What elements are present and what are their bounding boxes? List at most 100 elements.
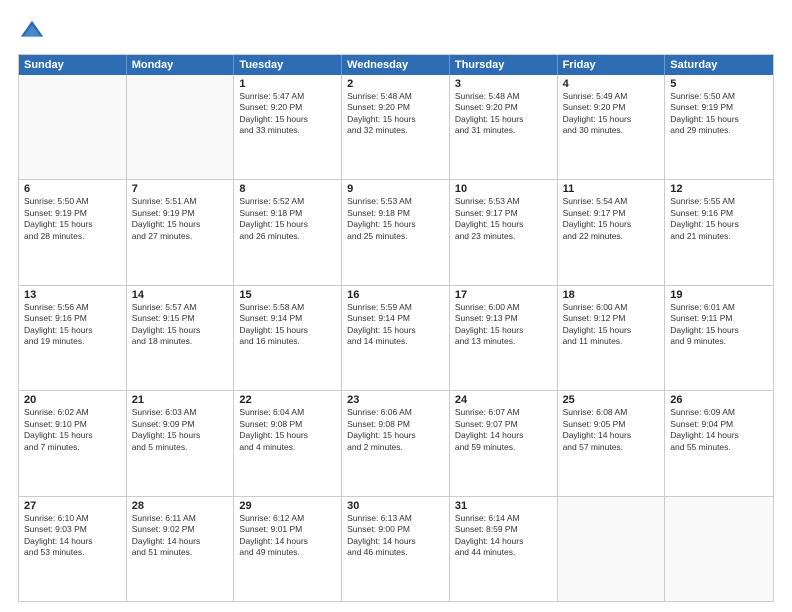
day-number: 5 bbox=[670, 78, 768, 90]
cell-info: Sunrise: 5:51 AM Sunset: 9:19 PM Dayligh… bbox=[132, 196, 229, 242]
logo bbox=[18, 18, 50, 46]
cell-info: Sunrise: 5:56 AM Sunset: 9:16 PM Dayligh… bbox=[24, 302, 121, 348]
cal-cell: 31Sunrise: 6:14 AM Sunset: 8:59 PM Dayli… bbox=[450, 497, 558, 601]
header-day-tuesday: Tuesday bbox=[234, 55, 342, 75]
day-number: 22 bbox=[239, 394, 336, 406]
calendar-body: 1Sunrise: 5:47 AM Sunset: 9:20 PM Daylig… bbox=[19, 75, 773, 601]
cal-cell: 24Sunrise: 6:07 AM Sunset: 9:07 PM Dayli… bbox=[450, 391, 558, 495]
cal-cell: 11Sunrise: 5:54 AM Sunset: 9:17 PM Dayli… bbox=[558, 180, 666, 284]
cell-info: Sunrise: 5:55 AM Sunset: 9:16 PM Dayligh… bbox=[670, 196, 768, 242]
cell-info: Sunrise: 6:14 AM Sunset: 8:59 PM Dayligh… bbox=[455, 513, 552, 559]
day-number: 30 bbox=[347, 500, 444, 512]
day-number: 26 bbox=[670, 394, 768, 406]
day-number: 15 bbox=[239, 289, 336, 301]
day-number: 29 bbox=[239, 500, 336, 512]
day-number: 8 bbox=[239, 183, 336, 195]
day-number: 16 bbox=[347, 289, 444, 301]
cal-cell: 15Sunrise: 5:58 AM Sunset: 9:14 PM Dayli… bbox=[234, 286, 342, 390]
cal-cell: 1Sunrise: 5:47 AM Sunset: 9:20 PM Daylig… bbox=[234, 75, 342, 179]
header-day-wednesday: Wednesday bbox=[342, 55, 450, 75]
cell-info: Sunrise: 5:59 AM Sunset: 9:14 PM Dayligh… bbox=[347, 302, 444, 348]
day-number: 2 bbox=[347, 78, 444, 90]
day-number: 23 bbox=[347, 394, 444, 406]
header-day-thursday: Thursday bbox=[450, 55, 558, 75]
cell-info: Sunrise: 6:09 AM Sunset: 9:04 PM Dayligh… bbox=[670, 407, 768, 453]
cal-cell: 30Sunrise: 6:13 AM Sunset: 9:00 PM Dayli… bbox=[342, 497, 450, 601]
cal-cell: 7Sunrise: 5:51 AM Sunset: 9:19 PM Daylig… bbox=[127, 180, 235, 284]
cal-cell bbox=[127, 75, 235, 179]
day-number: 7 bbox=[132, 183, 229, 195]
header-day-friday: Friday bbox=[558, 55, 666, 75]
cal-cell: 23Sunrise: 6:06 AM Sunset: 9:08 PM Dayli… bbox=[342, 391, 450, 495]
header bbox=[18, 18, 774, 46]
cal-cell: 29Sunrise: 6:12 AM Sunset: 9:01 PM Dayli… bbox=[234, 497, 342, 601]
cell-info: Sunrise: 5:48 AM Sunset: 9:20 PM Dayligh… bbox=[347, 91, 444, 137]
day-number: 28 bbox=[132, 500, 229, 512]
cal-cell: 22Sunrise: 6:04 AM Sunset: 9:08 PM Dayli… bbox=[234, 391, 342, 495]
cell-info: Sunrise: 6:13 AM Sunset: 9:00 PM Dayligh… bbox=[347, 513, 444, 559]
cal-cell: 19Sunrise: 6:01 AM Sunset: 9:11 PM Dayli… bbox=[665, 286, 773, 390]
day-number: 25 bbox=[563, 394, 660, 406]
cal-row-4: 27Sunrise: 6:10 AM Sunset: 9:03 PM Dayli… bbox=[19, 496, 773, 601]
cal-cell: 26Sunrise: 6:09 AM Sunset: 9:04 PM Dayli… bbox=[665, 391, 773, 495]
day-number: 4 bbox=[563, 78, 660, 90]
header-day-saturday: Saturday bbox=[665, 55, 773, 75]
calendar: SundayMondayTuesdayWednesdayThursdayFrid… bbox=[18, 54, 774, 602]
cell-info: Sunrise: 6:10 AM Sunset: 9:03 PM Dayligh… bbox=[24, 513, 121, 559]
cell-info: Sunrise: 6:07 AM Sunset: 9:07 PM Dayligh… bbox=[455, 407, 552, 453]
cal-row-2: 13Sunrise: 5:56 AM Sunset: 9:16 PM Dayli… bbox=[19, 285, 773, 390]
cell-info: Sunrise: 5:48 AM Sunset: 9:20 PM Dayligh… bbox=[455, 91, 552, 137]
cell-info: Sunrise: 5:54 AM Sunset: 9:17 PM Dayligh… bbox=[563, 196, 660, 242]
day-number: 24 bbox=[455, 394, 552, 406]
day-number: 9 bbox=[347, 183, 444, 195]
cell-info: Sunrise: 6:00 AM Sunset: 9:12 PM Dayligh… bbox=[563, 302, 660, 348]
cal-cell: 12Sunrise: 5:55 AM Sunset: 9:16 PM Dayli… bbox=[665, 180, 773, 284]
cell-info: Sunrise: 5:47 AM Sunset: 9:20 PM Dayligh… bbox=[239, 91, 336, 137]
day-number: 17 bbox=[455, 289, 552, 301]
day-number: 31 bbox=[455, 500, 552, 512]
day-number: 12 bbox=[670, 183, 768, 195]
cal-cell: 4Sunrise: 5:49 AM Sunset: 9:20 PM Daylig… bbox=[558, 75, 666, 179]
day-number: 18 bbox=[563, 289, 660, 301]
cal-cell bbox=[665, 497, 773, 601]
cell-info: Sunrise: 5:57 AM Sunset: 9:15 PM Dayligh… bbox=[132, 302, 229, 348]
cal-cell: 2Sunrise: 5:48 AM Sunset: 9:20 PM Daylig… bbox=[342, 75, 450, 179]
cal-row-3: 20Sunrise: 6:02 AM Sunset: 9:10 PM Dayli… bbox=[19, 390, 773, 495]
cal-row-1: 6Sunrise: 5:50 AM Sunset: 9:19 PM Daylig… bbox=[19, 179, 773, 284]
cal-cell: 18Sunrise: 6:00 AM Sunset: 9:12 PM Dayli… bbox=[558, 286, 666, 390]
cal-cell: 9Sunrise: 5:53 AM Sunset: 9:18 PM Daylig… bbox=[342, 180, 450, 284]
day-number: 13 bbox=[24, 289, 121, 301]
cal-cell: 10Sunrise: 5:53 AM Sunset: 9:17 PM Dayli… bbox=[450, 180, 558, 284]
day-number: 6 bbox=[24, 183, 121, 195]
cal-cell bbox=[19, 75, 127, 179]
cal-row-0: 1Sunrise: 5:47 AM Sunset: 9:20 PM Daylig… bbox=[19, 75, 773, 179]
cell-info: Sunrise: 6:11 AM Sunset: 9:02 PM Dayligh… bbox=[132, 513, 229, 559]
page: SundayMondayTuesdayWednesdayThursdayFrid… bbox=[0, 0, 792, 612]
cal-cell: 5Sunrise: 5:50 AM Sunset: 9:19 PM Daylig… bbox=[665, 75, 773, 179]
cal-cell: 27Sunrise: 6:10 AM Sunset: 9:03 PM Dayli… bbox=[19, 497, 127, 601]
header-day-sunday: Sunday bbox=[19, 55, 127, 75]
cell-info: Sunrise: 5:50 AM Sunset: 9:19 PM Dayligh… bbox=[24, 196, 121, 242]
day-number: 21 bbox=[132, 394, 229, 406]
logo-icon bbox=[18, 18, 46, 46]
cell-info: Sunrise: 5:49 AM Sunset: 9:20 PM Dayligh… bbox=[563, 91, 660, 137]
cell-info: Sunrise: 5:58 AM Sunset: 9:14 PM Dayligh… bbox=[239, 302, 336, 348]
day-number: 11 bbox=[563, 183, 660, 195]
cal-cell: 17Sunrise: 6:00 AM Sunset: 9:13 PM Dayli… bbox=[450, 286, 558, 390]
cal-cell: 21Sunrise: 6:03 AM Sunset: 9:09 PM Dayli… bbox=[127, 391, 235, 495]
cal-cell: 20Sunrise: 6:02 AM Sunset: 9:10 PM Dayli… bbox=[19, 391, 127, 495]
cell-info: Sunrise: 5:53 AM Sunset: 9:17 PM Dayligh… bbox=[455, 196, 552, 242]
cell-info: Sunrise: 5:50 AM Sunset: 9:19 PM Dayligh… bbox=[670, 91, 768, 137]
header-day-monday: Monday bbox=[127, 55, 235, 75]
day-number: 19 bbox=[670, 289, 768, 301]
cal-cell: 28Sunrise: 6:11 AM Sunset: 9:02 PM Dayli… bbox=[127, 497, 235, 601]
cell-info: Sunrise: 6:00 AM Sunset: 9:13 PM Dayligh… bbox=[455, 302, 552, 348]
cell-info: Sunrise: 6:06 AM Sunset: 9:08 PM Dayligh… bbox=[347, 407, 444, 453]
day-number: 3 bbox=[455, 78, 552, 90]
calendar-header: SundayMondayTuesdayWednesdayThursdayFrid… bbox=[19, 55, 773, 75]
cell-info: Sunrise: 6:04 AM Sunset: 9:08 PM Dayligh… bbox=[239, 407, 336, 453]
cal-cell: 16Sunrise: 5:59 AM Sunset: 9:14 PM Dayli… bbox=[342, 286, 450, 390]
cell-info: Sunrise: 5:53 AM Sunset: 9:18 PM Dayligh… bbox=[347, 196, 444, 242]
day-number: 27 bbox=[24, 500, 121, 512]
cell-info: Sunrise: 6:08 AM Sunset: 9:05 PM Dayligh… bbox=[563, 407, 660, 453]
